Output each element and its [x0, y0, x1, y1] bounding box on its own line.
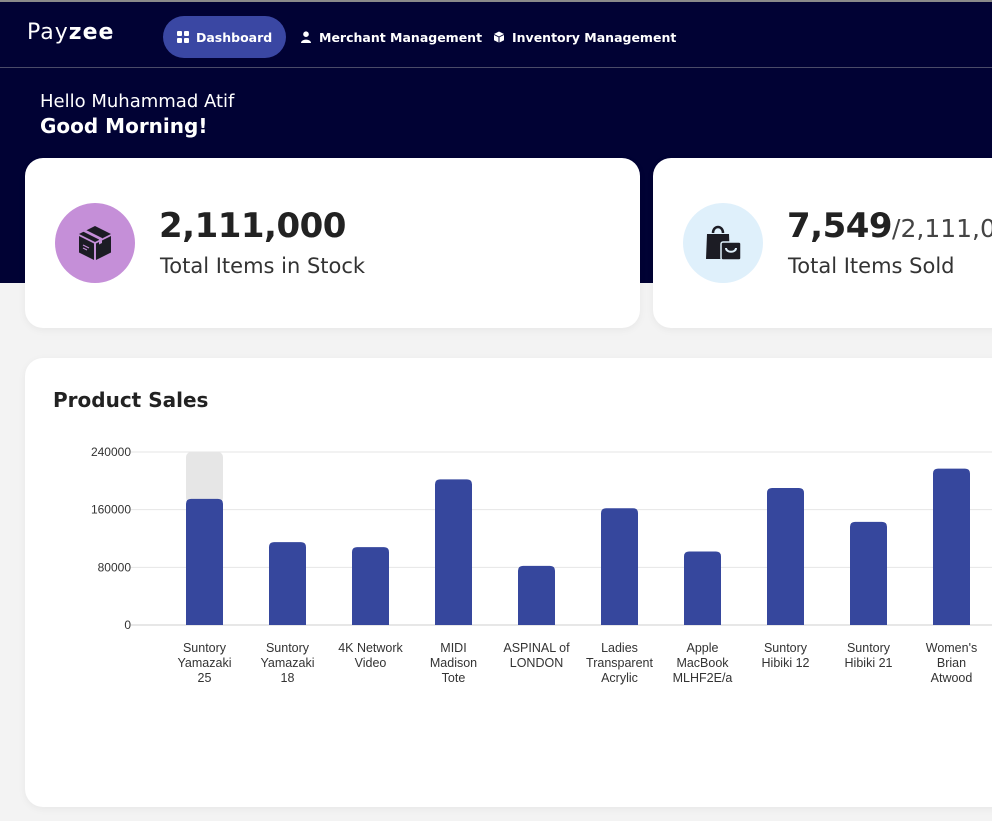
brand-name-part1: Pay	[27, 20, 69, 45]
greeting-message: Good Morning!	[40, 114, 208, 138]
x-tick-label: MacBook	[676, 656, 729, 670]
x-tick-label: ASPINAL of	[503, 641, 570, 655]
stock-label: Total Items in Stock	[160, 254, 366, 278]
sold-label: Total Items Sold	[788, 254, 955, 278]
x-tick-label: Transparent	[586, 656, 653, 670]
nav-merchant-label: Merchant Management	[319, 29, 483, 45]
bar	[352, 547, 389, 625]
stat-card-stock: 2,111,000 Total Items in Stock	[25, 158, 640, 328]
greeting-hello: Hello Muhammad Atif	[40, 91, 235, 112]
cube-icon	[494, 31, 504, 43]
x-tick-label: Suntory	[183, 641, 227, 655]
nav-inventory-management[interactable]: Inventory Management	[493, 16, 676, 58]
bar	[850, 521, 887, 625]
x-tick-label: Suntory	[266, 641, 310, 655]
x-tick-label: Acrylic	[601, 671, 638, 685]
bar	[518, 565, 555, 625]
x-tick-label: Yamazaki	[261, 656, 315, 670]
grid-icon	[177, 31, 189, 43]
sold-value: 7,549/2,111,000	[787, 206, 992, 246]
product-sales-panel: Product Sales 0 80000 160000 240000 Suntory Y…	[25, 358, 992, 807]
bar	[435, 479, 472, 625]
x-tick-label: Women's	[926, 641, 977, 655]
stat-card-sold: 7,549/2,111,000 Total Items Sold	[653, 158, 992, 328]
bar	[767, 488, 804, 625]
nav-inventory-label: Inventory Management	[512, 29, 677, 45]
x-tick-label: Hibiki 12	[762, 656, 810, 670]
user-icon	[301, 31, 311, 43]
x-tick-label: Suntory	[764, 641, 808, 655]
x-tick-label: Apple	[687, 641, 719, 655]
nav-merchant-management[interactable]: Merchant Management	[300, 16, 482, 58]
x-tick-label: Brian	[937, 656, 966, 670]
x-tick-label: Madison	[430, 656, 477, 670]
box-icon	[79, 226, 111, 260]
x-tick-label: MLHF2E/a	[673, 671, 733, 685]
shopping-bag-icon	[706, 225, 742, 261]
panel-title: Product Sales	[53, 388, 209, 412]
x-tick-label: Video	[355, 656, 387, 670]
y-tick-label: 160000	[91, 503, 131, 517]
x-tick-label: Tote	[442, 671, 466, 685]
x-tick-label: LONDON	[510, 656, 563, 670]
y-tick-label: 80000	[98, 560, 132, 574]
x-tick-label: Hibiki 21	[845, 656, 893, 670]
x-tick-label: 18	[281, 671, 295, 685]
brand-logo[interactable]: Payzee	[27, 20, 114, 45]
bar	[186, 498, 223, 625]
nav-dashboard-label: Dashboard	[196, 29, 273, 45]
y-tick-label: 0	[124, 618, 131, 632]
stock-icon-circle	[55, 203, 135, 283]
product-sales-chart: 080000160000240000SuntoryYamazaki25Sunto…	[91, 445, 992, 685]
bar	[684, 551, 721, 625]
nav-dashboard[interactable]: Dashboard	[163, 16, 287, 58]
stock-value: 2,111,000	[159, 206, 346, 246]
x-tick-label: Ladies	[601, 641, 638, 655]
x-tick-label: 4K Network	[338, 641, 403, 655]
x-tick-label: Suntory	[847, 641, 891, 655]
x-tick-label: Atwood	[931, 671, 973, 685]
sold-count: 7,549	[787, 206, 893, 246]
x-tick-label: Yamazaki	[178, 656, 232, 670]
sold-total: /2,111,000	[892, 214, 992, 243]
bar	[933, 468, 970, 625]
bar	[601, 508, 638, 625]
sold-icon-circle	[683, 203, 763, 283]
y-tick-label: 240000	[91, 445, 131, 459]
bar	[269, 542, 306, 625]
top-navigation-bar: Payzee Dashboard Merchant Management Inv…	[0, 0, 992, 68]
x-tick-label: MIDI	[440, 641, 466, 655]
brand-name-part2: zee	[68, 20, 115, 45]
bar-hover-highlight	[186, 452, 223, 503]
x-tick-label: 25	[198, 671, 212, 685]
